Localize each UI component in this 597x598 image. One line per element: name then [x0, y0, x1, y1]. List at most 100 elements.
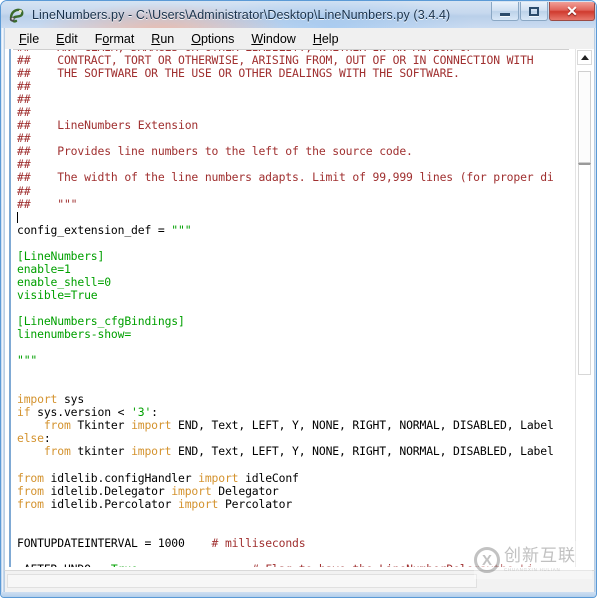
code-line: ## LineNumbers Extension — [17, 119, 554, 132]
code-line: [LineNumbers] — [17, 248, 554, 263]
code-token-plain: END, Text, LEFT, Y, NONE, RIGHT, NORMAL,… — [171, 418, 554, 433]
text-caret — [17, 211, 18, 223]
editor-area: ## ANY CLAIM, DAMAGES OR OTHER LIABILITY… — [4, 49, 595, 570]
code-token-plain: tkinter — [70, 444, 132, 459]
code-token-plain: Tkinter — [70, 418, 132, 433]
vertical-scroll-thumb[interactable] — [578, 71, 591, 163]
maximize-button[interactable] — [520, 2, 548, 21]
code-token-plain: sys.version < — [30, 405, 132, 420]
menu-item-options[interactable]: Options — [184, 31, 241, 47]
code-token-comment: ## — [17, 183, 31, 198]
code-token-keyword: import — [178, 496, 219, 511]
code-line: FONTUPDATEINTERVAL = 1000 # milliseconds — [17, 535, 554, 550]
code-token-plain: FONTUPDATEINTERVAL = 1000 — [17, 535, 212, 550]
window-controls: ✕ — [491, 2, 595, 21]
code-token-comment: ## — [17, 105, 31, 120]
code-line: ## — [17, 80, 554, 93]
code-token-keyword: from — [43, 418, 71, 433]
menu-item-run[interactable]: Run — [144, 31, 181, 47]
code-token-keyword: import — [17, 392, 58, 407]
code-line: ## — [17, 183, 554, 198]
code-token-keyword: from — [17, 470, 44, 485]
code-token-comment: ## The width of the line numbers adapts.… — [17, 170, 554, 185]
title-bar[interactable]: LineNumbers.py - C:\Users\Administrator\… — [1, 1, 596, 28]
code-token-string: visible=True — [17, 287, 98, 302]
menu-bar: File Edit Format Run Options Window Help — [4, 28, 595, 49]
code-token-plain: Percolator — [218, 496, 293, 511]
code-token-string: linenumbers-show= — [17, 327, 132, 342]
window-title: LineNumbers.py - C:\Users\Administrator\… — [32, 7, 451, 22]
code-line: from tkinter import END, Text, LEFT, Y, … — [17, 445, 554, 458]
code-token-keyword: import — [171, 483, 212, 498]
menu-item-format[interactable]: Format — [88, 31, 142, 47]
code-token-plain: : — [151, 405, 158, 420]
code-line: config_extension_def = """ — [17, 222, 554, 237]
triangle-up-icon — [580, 55, 589, 60]
menu-item-window[interactable]: Window — [244, 31, 302, 47]
code-token-plain: sys — [57, 392, 85, 407]
code-token-plain: : — [43, 431, 51, 446]
code-token-string: enable=1 — [17, 261, 71, 276]
code-line: from Tkinter import END, Text, LEFT, Y, … — [17, 419, 554, 432]
code-line: ## The width of the line numbers adapts.… — [17, 171, 554, 184]
code-line: linenumbers-show= — [17, 328, 554, 341]
code-token-comment: ## LineNumbers Extension — [17, 118, 199, 133]
code-token-string: [LineNumbers] — [17, 248, 105, 263]
code-token-plain: config_extension_def = — [17, 222, 172, 237]
code-token-plain: idlelib.configHandler — [43, 470, 199, 485]
menu-item-help[interactable]: Help — [306, 31, 346, 47]
code-line: from idlelib.Percolator import Percolato… — [17, 496, 554, 511]
code-token-string: enable_shell=0 — [17, 274, 111, 289]
close-button[interactable]: ✕ — [549, 2, 595, 21]
code-token-comment: ## — [17, 92, 31, 107]
window-bottom-edge — [1, 592, 596, 597]
code-token-keyword: import — [131, 418, 172, 433]
code-line: ## """ — [17, 196, 554, 211]
horizontal-scroll-thumb[interactable] — [7, 574, 477, 588]
code-token-comment: # milliseconds — [211, 535, 306, 550]
code-token-plain: idlelib.Percolator — [43, 496, 178, 511]
code-token-comment: ## """ — [17, 196, 78, 211]
code-token-keyword: import — [198, 470, 239, 485]
code-token-comment: # Flag to have the LineNumberDelegavthe … — [252, 562, 534, 567]
scroll-up-button[interactable] — [577, 50, 592, 65]
vertical-scrollbar[interactable] — [575, 49, 592, 567]
code-token-plain: idleConf — [238, 470, 299, 485]
code-line: _AFTER_UNDO = True # Flag to have the Li… — [17, 562, 554, 567]
code-token-string: """ — [17, 353, 38, 368]
code-token-comment: ## CONTRACT, TORT OR OTHERWISE, ARISING … — [17, 53, 534, 68]
code-token-keyword: from — [43, 444, 71, 459]
code-token-comment: ## — [17, 79, 31, 94]
close-icon: ✕ — [566, 3, 578, 19]
code-line: ## — [17, 93, 554, 106]
code-token-keyword: else — [17, 431, 44, 446]
code-token-keyword: if — [17, 405, 31, 420]
code-text-pane[interactable]: ## ANY CLAIM, DAMAGES OR OTHER LIABILITY… — [13, 49, 569, 567]
minimize-icon — [500, 12, 510, 16]
code-token-plain: Delegator — [211, 483, 279, 498]
code-token-plain: END, Text, LEFT, Y, NONE, RIGHT, NORMAL,… — [171, 444, 554, 459]
code-line: ## Provides line numbers to the left of … — [17, 145, 554, 158]
minimize-button[interactable] — [491, 2, 519, 21]
vertical-scroll-track-lower[interactable] — [578, 163, 591, 375]
code-token-comment: ## Provides line numbers to the left of … — [17, 144, 413, 159]
menu-item-edit[interactable]: Edit — [49, 31, 85, 47]
menu-item-file[interactable]: File — [12, 31, 46, 47]
code-token-string: True — [111, 562, 138, 567]
code-line: visible=True — [17, 287, 554, 302]
source-code[interactable]: ## ANY CLAIM, DAMAGES OR OTHER LIABILITY… — [17, 50, 554, 567]
code-token-plain: idlelib.Delegator — [43, 483, 172, 498]
code-token-comment: ## THE SOFTWARE OR THE USE OR OTHER DEAL… — [17, 66, 460, 81]
horizontal-scrollbar[interactable] — [4, 570, 595, 592]
code-token-keyword: from — [17, 483, 44, 498]
code-token-string: [LineNumbers_cfgBindings] — [17, 313, 185, 328]
code-token-keyword: from — [17, 496, 44, 511]
code-token-keyword: import — [131, 444, 172, 459]
editor-sunken-frame: ## ANY CLAIM, DAMAGES OR OTHER LIABILITY… — [9, 49, 592, 567]
code-token-comment: ## — [17, 131, 31, 146]
idle-editor-window: LineNumbers.py - C:\Users\Administrator\… — [0, 0, 597, 598]
